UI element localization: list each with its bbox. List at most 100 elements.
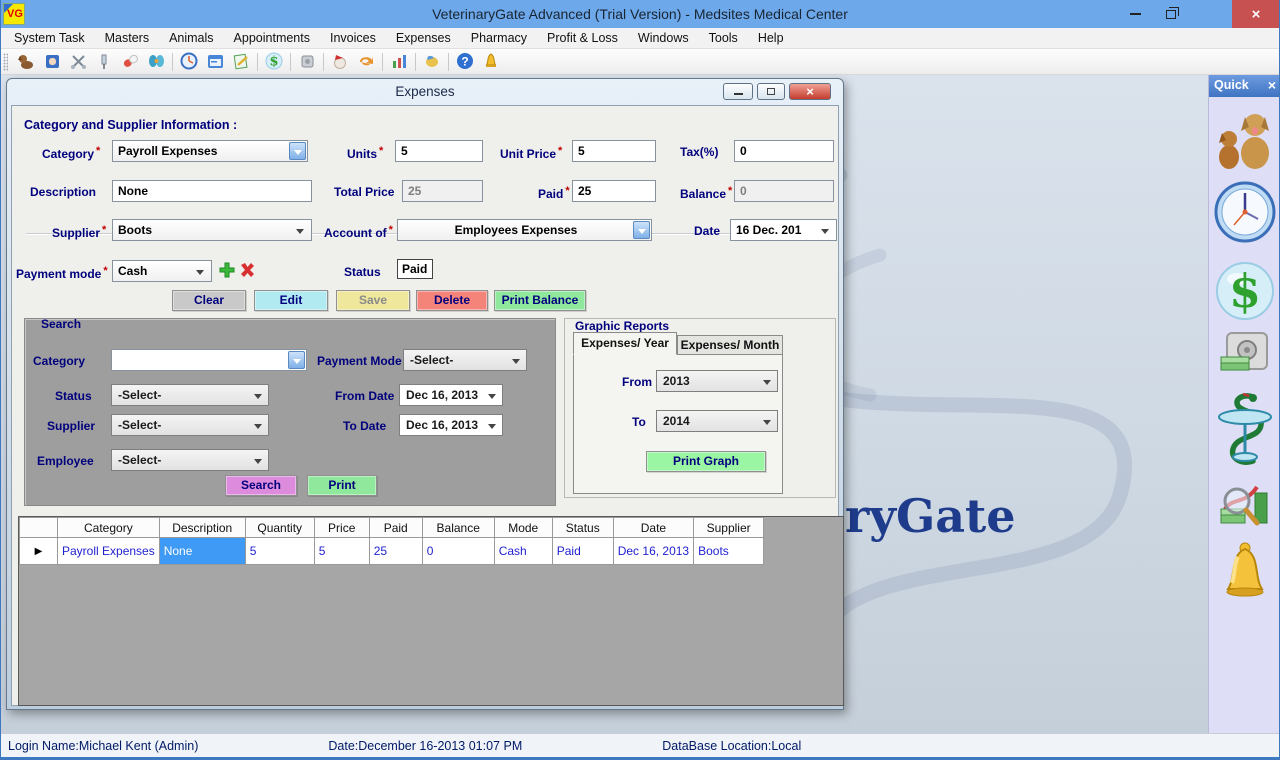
menu-invoices[interactable]: Invoices xyxy=(320,29,386,47)
syringe-icon[interactable] xyxy=(91,51,117,73)
minimize-button[interactable] xyxy=(1120,0,1150,28)
chevron-down-icon[interactable] xyxy=(289,142,306,160)
scissors-icon[interactable] xyxy=(65,51,91,73)
print-balance-button[interactable]: Print Balance xyxy=(494,290,586,311)
clock-icon[interactable] xyxy=(1209,181,1280,243)
cell-category[interactable]: Payroll Expenses xyxy=(58,538,160,565)
menu-system-task[interactable]: System Task xyxy=(4,29,95,47)
units-input[interactable]: 5 xyxy=(395,140,483,162)
grid-col-description[interactable]: Description xyxy=(159,518,245,538)
grid-col-balance[interactable]: Balance xyxy=(422,518,494,538)
safe-icon[interactable] xyxy=(294,51,320,73)
quick-panel-header[interactable]: Quick × xyxy=(1209,75,1280,97)
expenses-window-title[interactable]: Expenses xyxy=(7,79,843,105)
cell-balance[interactable]: 0 xyxy=(422,538,494,565)
menu-animals[interactable]: Animals xyxy=(159,29,223,47)
safe-icon[interactable] xyxy=(1209,331,1280,381)
dogs-icon[interactable] xyxy=(1209,105,1280,171)
date-combobox[interactable]: 16 Dec. 201 xyxy=(730,219,837,241)
grid-col-date[interactable]: Date xyxy=(613,518,693,538)
payment-mode-combobox[interactable]: Cash xyxy=(112,260,212,282)
calendar-icon[interactable] xyxy=(202,51,228,73)
chart-icon[interactable] xyxy=(386,51,412,73)
window-maximize-button[interactable] xyxy=(757,83,785,100)
help-icon[interactable]: ? xyxy=(452,51,478,73)
tax-input[interactable]: 0 xyxy=(734,140,834,162)
menu-appointments[interactable]: Appointments xyxy=(224,29,320,47)
menu-pharmacy[interactable]: Pharmacy xyxy=(461,29,537,47)
menu-masters[interactable]: Masters xyxy=(95,29,159,47)
cell-status[interactable]: Paid xyxy=(552,538,613,565)
book-icon[interactable] xyxy=(39,51,65,73)
paid-input[interactable]: 25 xyxy=(572,180,656,202)
from-date-picker[interactable]: Dec 16, 2013 xyxy=(399,384,503,406)
to-date-picker[interactable]: Dec 16, 2013 xyxy=(399,414,503,436)
grid-col-supplier[interactable]: Supplier xyxy=(694,518,764,538)
expenses-grid[interactable]: Category Description Quantity Price Paid… xyxy=(18,516,844,706)
graph-to-select[interactable]: 2014 xyxy=(656,410,778,432)
print-graph-button[interactable]: Print Graph xyxy=(646,451,766,472)
category-combobox[interactable]: Payroll Expenses xyxy=(112,140,308,162)
app-titlebar[interactable]: VG VeterinaryGate Advanced (Trial Versio… xyxy=(0,0,1280,28)
grid-col-price[interactable]: Price xyxy=(314,518,369,538)
save-button[interactable]: Save xyxy=(336,290,410,311)
pet-icon[interactable] xyxy=(143,51,169,73)
dollar-icon[interactable]: $ xyxy=(1209,261,1280,321)
edit-button[interactable]: Edit xyxy=(254,290,328,311)
search-status-select[interactable]: -Select- xyxy=(111,384,269,406)
cell-date[interactable]: Dec 16, 2013 xyxy=(613,538,693,565)
quick-close-icon[interactable]: × xyxy=(1268,77,1276,93)
bell-icon[interactable] xyxy=(478,51,504,73)
menu-expenses[interactable]: Expenses xyxy=(386,29,461,47)
pharmacy-icon[interactable] xyxy=(1209,391,1280,469)
table-row[interactable]: ▶ Payroll Expenses None 5 5 25 0 Cash Pa… xyxy=(20,538,764,565)
print-button[interactable]: Print xyxy=(307,475,377,496)
cell-mode[interactable]: Cash xyxy=(494,538,552,565)
delete-button[interactable]: Delete xyxy=(416,290,488,311)
tab-expenses-month[interactable]: Expenses/ Month xyxy=(677,335,783,355)
cell-quantity[interactable]: 5 xyxy=(245,538,314,565)
menu-help[interactable]: Help xyxy=(748,29,794,47)
supplier-combobox[interactable]: Boots xyxy=(112,219,312,241)
clear-button[interactable]: Clear xyxy=(172,290,246,311)
invoice-icon[interactable] xyxy=(228,51,254,73)
cell-supplier[interactable]: Boots xyxy=(694,538,764,565)
restore-button[interactable] xyxy=(1154,0,1188,28)
cell-paid[interactable]: 25 xyxy=(369,538,422,565)
add-payment-mode-icon[interactable] xyxy=(218,261,236,279)
pill-icon[interactable] xyxy=(117,51,143,73)
cell-description-selected[interactable]: None xyxy=(159,538,245,565)
grid-col-category[interactable]: Category xyxy=(58,518,160,538)
toolbar-grip[interactable] xyxy=(3,53,8,71)
graph-from-select[interactable]: 2013 xyxy=(656,370,778,392)
window-minimize-button[interactable] xyxy=(723,83,753,100)
close-button[interactable]: × xyxy=(1232,0,1280,28)
account-of-combobox[interactable]: Employees Expenses xyxy=(397,219,652,241)
search-category-combobox[interactable] xyxy=(111,349,307,371)
grid-col-quantity[interactable]: Quantity xyxy=(245,518,314,538)
search-employee-select[interactable]: -Select- xyxy=(111,449,269,471)
search-supplier-select[interactable]: -Select- xyxy=(111,414,269,436)
undo-icon[interactable] xyxy=(353,51,379,73)
grid-col-paid[interactable]: Paid xyxy=(369,518,422,538)
description-input[interactable]: None xyxy=(112,180,312,202)
window-close-button[interactable]: × xyxy=(789,83,831,100)
menu-profit-loss[interactable]: Profit & Loss xyxy=(537,29,628,47)
tab-expenses-year[interactable]: Expenses/ Year xyxy=(573,332,677,355)
delete-payment-mode-icon[interactable] xyxy=(238,261,256,279)
cat-icon[interactable] xyxy=(327,51,353,73)
unit-price-input[interactable]: 5 xyxy=(572,140,656,162)
row-selector-icon[interactable]: ▶ xyxy=(20,538,58,565)
cell-price[interactable]: 5 xyxy=(314,538,369,565)
search-button[interactable]: Search xyxy=(225,475,297,496)
bell-icon[interactable] xyxy=(1209,541,1280,603)
grid-col-status[interactable]: Status xyxy=(552,518,613,538)
search-payment-mode-select[interactable]: -Select- xyxy=(403,349,527,371)
grid-col-mode[interactable]: Mode xyxy=(494,518,552,538)
clock-icon[interactable] xyxy=(176,51,202,73)
chevron-down-icon[interactable] xyxy=(288,351,305,369)
dollar-icon[interactable]: $ xyxy=(261,51,287,73)
report-icon[interactable] xyxy=(1209,479,1280,535)
chevron-down-icon[interactable] xyxy=(633,221,650,239)
menu-tools[interactable]: Tools xyxy=(699,29,748,47)
